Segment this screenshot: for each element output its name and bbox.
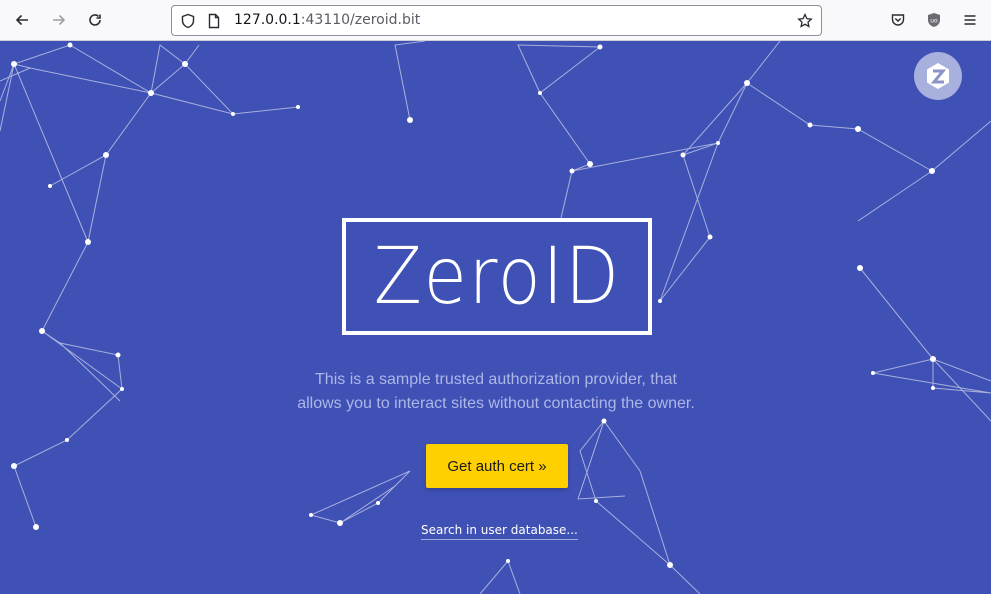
back-button[interactable] bbox=[9, 7, 35, 33]
ublock-button[interactable]: uo bbox=[921, 7, 947, 33]
pocket-icon bbox=[891, 14, 905, 26]
page-icon[interactable] bbox=[206, 13, 222, 29]
tagline: This is a sample trusted authorization p… bbox=[246, 368, 746, 416]
search-user-database-link[interactable]: Search in user database... bbox=[421, 523, 578, 540]
tagline-line-1: This is a sample trusted authorization p… bbox=[315, 371, 677, 388]
zeronet-logo-button[interactable] bbox=[914, 52, 962, 100]
ublock-icon: uo bbox=[928, 13, 940, 27]
menu-button[interactable] bbox=[957, 7, 983, 33]
browser-toolbar: 127.0.0.1:43110/zeroid.bit uo bbox=[0, 0, 991, 41]
pocket-button[interactable] bbox=[885, 7, 911, 33]
star-icon[interactable] bbox=[797, 12, 813, 29]
tagline-line-2: allows you to interact sites without con… bbox=[297, 395, 695, 412]
arrow-left-icon bbox=[15, 14, 28, 26]
url-text[interactable]: 127.0.0.1:43110/zeroid.bit bbox=[234, 12, 420, 28]
svg-text:uo: uo bbox=[930, 18, 938, 25]
get-auth-cert-button[interactable]: Get auth cert » bbox=[426, 444, 568, 488]
brand-logo: ZeroID bbox=[342, 218, 652, 335]
url-host: 127.0.0.1 bbox=[234, 12, 301, 28]
zeronet-logo-icon bbox=[927, 63, 949, 89]
reload-icon bbox=[89, 14, 101, 26]
shield-icon[interactable] bbox=[180, 13, 196, 29]
hamburger-menu-icon bbox=[964, 15, 976, 25]
reload-button[interactable] bbox=[82, 7, 108, 33]
url-path: :43110/zeroid.bit bbox=[300, 12, 421, 28]
arrow-right-icon bbox=[53, 14, 66, 26]
brand-title: ZeroID bbox=[373, 231, 621, 322]
url-bar[interactable]: 127.0.0.1:43110/zeroid.bit bbox=[171, 5, 822, 36]
page-content: ZeroID This is a sample trusted authoriz… bbox=[0, 41, 991, 594]
forward-button[interactable] bbox=[46, 7, 72, 33]
